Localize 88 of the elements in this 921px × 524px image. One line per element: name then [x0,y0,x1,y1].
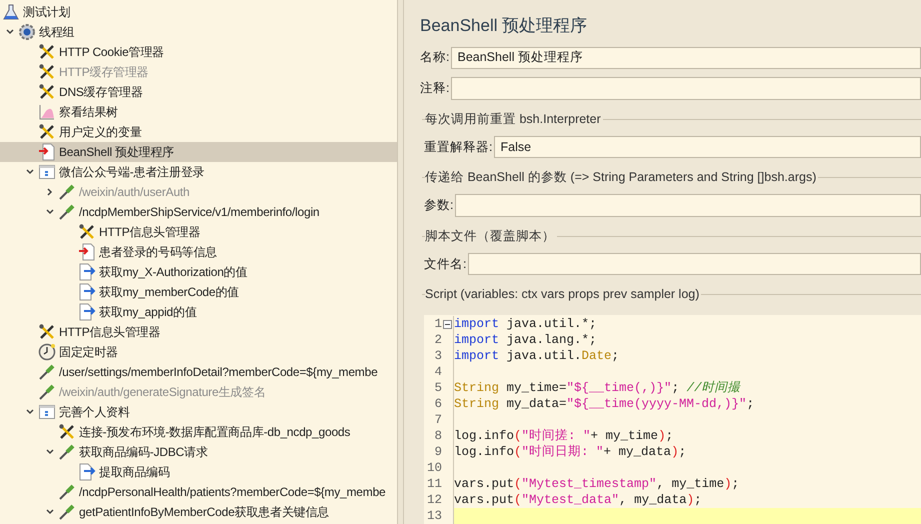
tree-item[interactable]: /ncdpPersonalHealth/patients?memberCode=${my_membe [0,482,397,502]
line-number: 13 [426,508,442,524]
dropper-icon [58,503,76,521]
clock-icon [38,343,56,361]
tree-item[interactable]: 获取my_memberCode的值 [0,282,397,302]
page-arrow-icon [78,243,96,261]
dropper-icon [38,383,56,401]
tree-item[interactable]: HTTP信息头管理器 [0,222,397,242]
section-title: 传递给 BeanShell 的参数 (=> String Parameters and String []bsh.args) [425,169,816,186]
flask-icon [2,3,20,21]
tree-item[interactable]: 获取my_X-Authorization的值 [0,262,397,282]
tree-item[interactable]: 获取商品编码-JDBC请求 [0,442,397,462]
tree-item[interactable]: getPatientInfoByMemberCode获取患者关键信息 [0,502,397,522]
tree-item[interactable]: 完善个人资料 [0,402,397,422]
tree-item[interactable]: HTTP信息头管理器 [0,322,397,342]
code-line: vars.put("Mytest_data", my_data); [454,493,702,508]
code-line: log.info("时间日期: "+ my_data); [454,445,686,460]
tree-item[interactable]: 微信公众号端-患者注册登录 [0,162,397,182]
line-number: 12 [426,492,442,508]
wrench-screwdriver-icon [78,223,96,241]
dropper-icon [58,203,76,221]
panel-title: BeanShell 预处理程序 [420,15,588,37]
tree-item[interactable]: 用户定义的变量 [0,122,397,142]
code-line: vars.put("Mytest_timestamp", my_time); [454,477,740,492]
chart-icon [38,103,56,121]
line-number: 8 [434,428,442,444]
comment-field[interactable] [451,77,921,100]
code-line: String my_data="${__time(yyyy-MM-dd,)}"; [454,397,754,412]
wrench-screwdriver-icon [58,423,76,441]
page-arrow-icon [38,143,56,161]
line-number: 11 [426,476,442,492]
line-number: 1 [434,316,442,332]
line-number: 5 [434,380,442,396]
field-label: 重置解释器: [424,138,492,156]
line-number: 10 [426,460,442,476]
dropper-icon [58,483,76,501]
line-number: 7 [434,412,442,428]
dropper-icon [58,183,76,201]
line-number: 9 [434,444,442,460]
code-line: import java.lang.*; [454,333,597,348]
page-arrow-icon [78,463,96,481]
tree-item[interactable]: 察看结果树 [0,102,397,122]
line-number: 6 [434,396,442,412]
tree-item[interactable]: 固定定时器 [0,342,397,362]
section-title: 每次调用前重置 bsh.Interpreter [425,110,601,128]
wrench-screwdriver-icon [38,123,56,141]
name-field[interactable]: BeanShell 预处理程序 [451,46,921,70]
tree-item[interactable]: 连接-预发布环境-数据库配置商品库-db_ncdp_goods [0,422,397,442]
wrench-screwdriver-icon [38,43,56,61]
code-editor[interactable] [424,315,921,524]
code-line: log.info("时间搓: "+ my_time); [454,429,674,444]
gear-icon [18,23,36,41]
line-number: 2 [434,332,442,348]
dropper-icon [58,443,76,461]
tree-item[interactable]: DNS缓存管理器 [0,82,397,102]
page-arrow-icon [78,283,96,301]
tree-item[interactable]: 测试计划 [0,2,397,22]
dropper-icon [38,363,56,381]
tree-item[interactable]: 获取my_appid的值 [0,302,397,322]
page-arrow-icon [78,303,96,321]
window-icon [38,403,56,421]
wrench-screwdriver-icon [38,323,56,341]
field-label: 名称: [420,49,450,66]
code-line: String my_time="${__time(,)}"; //时间撮 [454,381,741,396]
filename-field[interactable] [468,252,921,276]
fold-icon [443,320,452,329]
tree-item[interactable]: BeanShell 预处理程序 [0,142,397,162]
field-label: 注释: [420,80,450,98]
page-arrow-icon [78,263,96,281]
tree-item[interactable]: 提取商品编码 [0,462,397,482]
code-line: import java.util.*; [454,317,597,332]
tree-item[interactable]: 线程组 [0,22,397,42]
wrench-screwdriver-icon [38,63,56,81]
tree-item[interactable]: /user/settings/memberInfoDetail?memberCode=${my_membe [0,362,397,382]
line-number: 4 [434,364,442,380]
tree-item[interactable]: HTTP Cookie管理器 [0,42,397,62]
line-number: 3 [434,348,442,364]
tree-item[interactable]: 患者登录的号码等信息 [0,242,397,262]
section-title: 脚本文件（覆盖脚本） [425,228,555,245]
window-icon [38,163,56,181]
wrench-screwdriver-icon [38,83,56,101]
field-label: 文件名: [424,256,466,273]
field-label: 参数: [424,197,454,214]
section-title: Script (variables: ctx vars props prev sampler log) [425,286,700,304]
reset-select[interactable]: False [494,136,921,158]
code-line: import java.util.Date; [454,349,620,364]
tree-item[interactable]: /ncdpMemberShipService/v1/memberinfo/login [0,202,397,222]
parameters-field[interactable] [455,194,921,217]
